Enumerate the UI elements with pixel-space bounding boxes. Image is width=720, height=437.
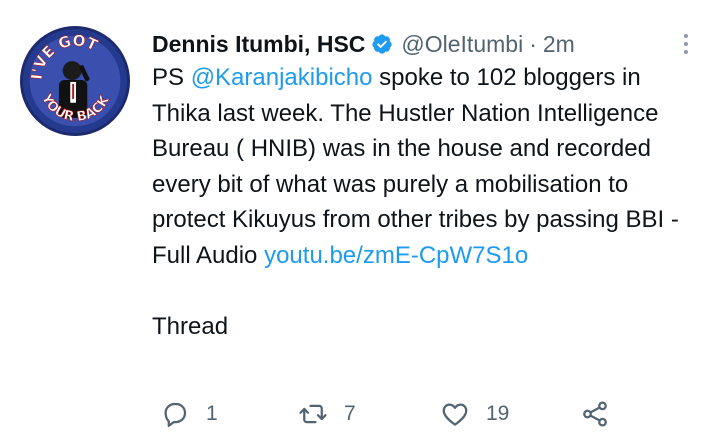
author-name[interactable]: Dennis Itumbi, HSC <box>152 31 365 58</box>
author-handle[interactable]: @OleItumbi <box>401 31 523 58</box>
retweet-button[interactable]: 7 <box>298 396 356 432</box>
tweet-text-prefix: PS <box>152 64 191 91</box>
share-icon <box>583 401 607 427</box>
tweet-timestamp[interactable]: 2m <box>543 31 575 58</box>
verified-badge-icon <box>371 33 393 55</box>
avatar-image: I'VE GOT YOUR BACK <box>23 29 127 133</box>
reply-icon <box>164 402 187 427</box>
retweet-count: 7 <box>344 402 356 425</box>
tweet-header: Dennis Itumbi, HSC @OleItumbi · 2m <box>152 26 696 62</box>
tweet-text-main: spoke to 102 bloggers in Thika last week… <box>152 64 679 269</box>
like-count: 19 <box>486 402 510 425</box>
author-avatar[interactable]: I'VE GOT YOUR BACK <box>20 26 130 136</box>
mention-link[interactable]: @Karanjakibicho <box>191 64 373 91</box>
share-button[interactable] <box>580 396 610 432</box>
more-options-icon[interactable] <box>676 30 696 58</box>
tweet-text: PS @Karanjakibicho spoke to 102 bloggers… <box>152 60 697 273</box>
reply-count: 1 <box>206 402 218 425</box>
separator-dot: · <box>529 30 537 57</box>
like-button[interactable]: 19 <box>440 396 509 432</box>
retweet-icon <box>299 404 327 424</box>
tweet-body: PS @Karanjakibicho spoke to 102 bloggers… <box>152 60 697 344</box>
reply-button[interactable]: 1 <box>160 396 218 432</box>
youtube-link[interactable]: youtu.be/zmE-CpW7S1o <box>264 242 528 269</box>
thread-label: Thread <box>152 312 229 340</box>
heart-icon <box>442 403 468 426</box>
tweet-actions: 1 7 19 <box>160 396 660 432</box>
